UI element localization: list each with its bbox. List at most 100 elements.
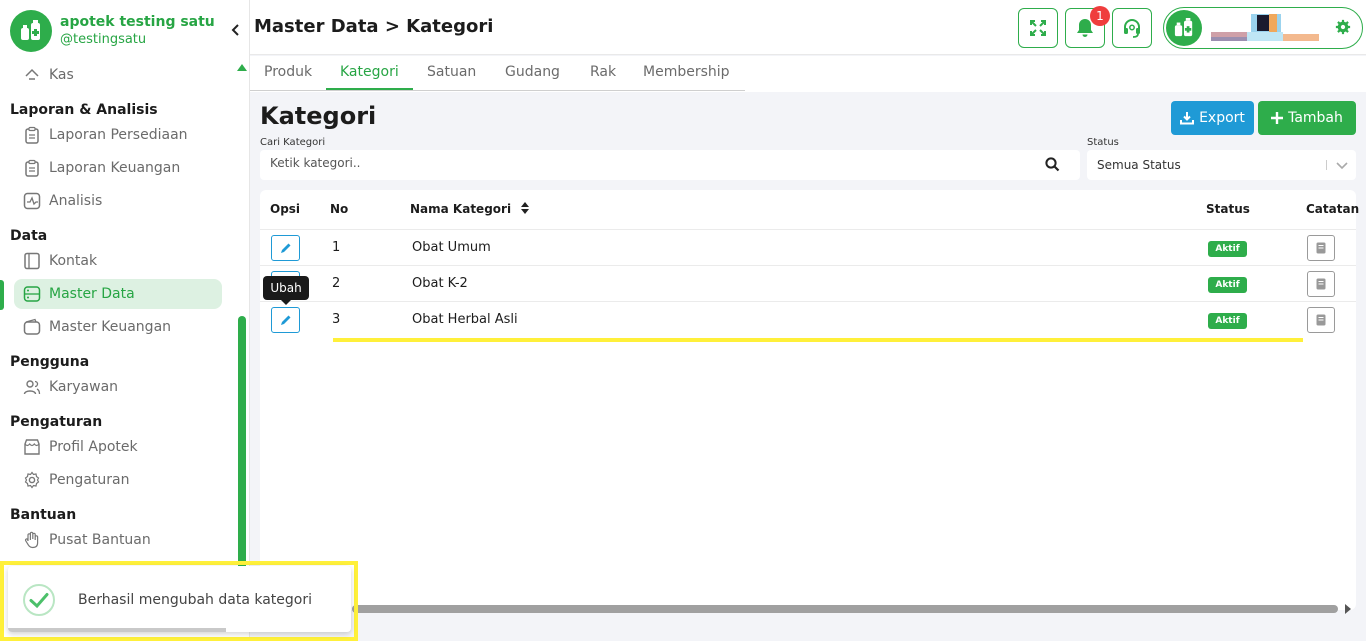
tab-satuan[interactable]: Satuan xyxy=(413,64,490,91)
search-icon[interactable] xyxy=(1045,157,1060,172)
export-label: Export xyxy=(1199,110,1245,126)
header-opsi: Opsi xyxy=(270,202,301,216)
note-icon xyxy=(1316,314,1326,326)
note-button[interactable] xyxy=(1307,271,1335,297)
status-select-value: Semua Status xyxy=(1097,158,1181,172)
clipboard-icon xyxy=(22,158,42,178)
tab-produk[interactable]: Produk xyxy=(250,64,326,91)
edit-button[interactable] xyxy=(271,235,300,261)
status-filter-label: Status xyxy=(1087,137,1119,148)
cell-name: Obat K-2 xyxy=(412,276,468,291)
tab-kategori[interactable]: Kategori xyxy=(326,64,413,91)
table-horizontal-scrollbar[interactable] xyxy=(352,605,1338,613)
headset-icon xyxy=(1124,19,1140,38)
section-title-pengguna: Pengguna xyxy=(10,354,90,370)
export-button[interactable]: Export xyxy=(1171,101,1254,135)
sidebar-item-label: Master Keuangan xyxy=(49,319,172,335)
sidebar-item-master-keuangan[interactable]: Master Keuangan xyxy=(14,312,222,342)
toast-progress-bar xyxy=(8,628,226,632)
sidebar-item-label: Pusat Bantuan xyxy=(49,532,151,548)
tab-membership[interactable]: Membership xyxy=(629,64,744,91)
sidebar-item-label: Pengaturan xyxy=(49,472,130,488)
edit-button[interactable] xyxy=(271,307,300,333)
pharmacy-logo-icon xyxy=(10,10,52,52)
server-icon xyxy=(22,284,42,304)
sidebar-item-label: Profil Apotek xyxy=(49,439,138,455)
store-icon xyxy=(22,437,42,457)
header-no: No xyxy=(330,202,349,216)
header-nama-kategori[interactable]: Nama Kategori xyxy=(410,202,530,216)
support-button[interactable] xyxy=(1112,8,1152,48)
table-row: 1 Obat Umum Aktif xyxy=(260,229,1356,265)
note-icon xyxy=(1316,278,1326,290)
edit-tooltip: Ubah xyxy=(263,276,309,305)
sidebar-item-pengaturan[interactable]: Pengaturan xyxy=(14,465,222,495)
notification-button[interactable]: 1 xyxy=(1065,6,1110,48)
sidebar-active-indicator xyxy=(0,280,4,310)
sidebar: apotek testing satu @testingsatu Kas Lap… xyxy=(0,0,250,641)
sidebar-item-kontak[interactable]: Kontak xyxy=(14,246,222,276)
sidebar-scrollbar-thumb[interactable] xyxy=(238,316,246,580)
sidebar-item-label: Karyawan xyxy=(49,379,119,395)
tabs-divider xyxy=(250,90,745,91)
hand-icon xyxy=(22,530,42,550)
cell-name: Obat Herbal Asli xyxy=(412,312,518,327)
search-input[interactable] xyxy=(270,156,1030,170)
master-data-tabs: Produk Kategori Satuan Gudang Rak Member… xyxy=(250,56,1366,92)
search-box xyxy=(260,150,1080,180)
sidebar-item-master-data[interactable]: Master Data xyxy=(14,279,222,309)
sidebar-item-analisis[interactable]: Analisis xyxy=(14,186,222,216)
select-separator xyxy=(1326,160,1327,170)
fullscreen-button[interactable] xyxy=(1018,8,1058,48)
cell-no: 1 xyxy=(332,240,341,255)
sidebar-item-pusat-bantuan[interactable]: Pusat Bantuan xyxy=(14,525,222,555)
clipboard-icon xyxy=(22,125,42,145)
contact-book-icon xyxy=(22,251,42,271)
settings-gear-icon[interactable] xyxy=(1334,18,1352,36)
brand-handle: @testingsatu xyxy=(60,32,147,47)
brand[interactable]: apotek testing satu @testingsatu xyxy=(10,10,215,52)
header-nama-label: Nama Kategori xyxy=(410,202,512,216)
status-badge: Aktif xyxy=(1208,313,1247,329)
cell-no: 3 xyxy=(332,312,341,327)
cash-icon xyxy=(22,65,42,85)
sidebar-item-profil-apotek[interactable]: Profil Apotek xyxy=(14,432,222,462)
top-header: Master Data > Kategori 1 xyxy=(250,0,1366,55)
sidebar-item-laporan-persediaan[interactable]: Laporan Persediaan xyxy=(14,120,222,150)
row-highlight-underline xyxy=(333,338,1303,342)
download-icon xyxy=(1180,112,1195,125)
cell-name: Obat Umum xyxy=(412,240,491,255)
users-icon xyxy=(22,377,42,397)
header-status: Status xyxy=(1206,202,1250,216)
tab-rak[interactable]: Rak xyxy=(576,64,630,91)
section-title-bantuan: Bantuan xyxy=(10,507,77,523)
toast-message: Berhasil mengubah data kategori xyxy=(78,592,313,608)
sort-icon xyxy=(521,202,530,214)
pencil-icon xyxy=(280,243,290,253)
note-button[interactable] xyxy=(1307,235,1335,261)
sidebar-item-karyawan[interactable]: Karyawan xyxy=(14,372,222,402)
note-button[interactable] xyxy=(1307,307,1335,333)
brand-name: apotek testing satu xyxy=(60,14,215,30)
plus-icon xyxy=(1271,112,1284,124)
collapse-sidebar-chevron-left-icon[interactable] xyxy=(228,22,242,38)
scroll-up-arrow-icon[interactable] xyxy=(237,64,247,71)
user-profile-menu[interactable] xyxy=(1163,7,1363,49)
sidebar-item-kas[interactable]: Kas xyxy=(14,60,222,90)
add-category-button[interactable]: Tambah xyxy=(1258,101,1356,135)
table-row: 3 Obat Herbal Asli Aktif xyxy=(260,301,1356,337)
chevron-down-icon xyxy=(1336,162,1348,170)
status-select[interactable]: Semua Status xyxy=(1087,150,1356,180)
pharmacy-avatar-icon xyxy=(1166,10,1202,46)
content-title: Kategori xyxy=(260,102,377,130)
sidebar-item-label: Kas xyxy=(49,67,74,83)
search-label: Cari Kategori xyxy=(260,137,326,148)
success-toast[interactable]: Berhasil mengubah data kategori xyxy=(8,566,351,632)
scroll-right-arrow-icon[interactable] xyxy=(1345,604,1351,614)
section-title-data: Data xyxy=(10,228,48,244)
tab-gudang[interactable]: Gudang xyxy=(491,64,574,91)
redacted-user-info xyxy=(1211,14,1319,41)
sidebar-item-laporan-keuangan[interactable]: Laporan Keuangan xyxy=(14,153,222,183)
section-title-laporan: Laporan & Analisis xyxy=(10,102,158,118)
cell-no: 2 xyxy=(332,276,341,291)
